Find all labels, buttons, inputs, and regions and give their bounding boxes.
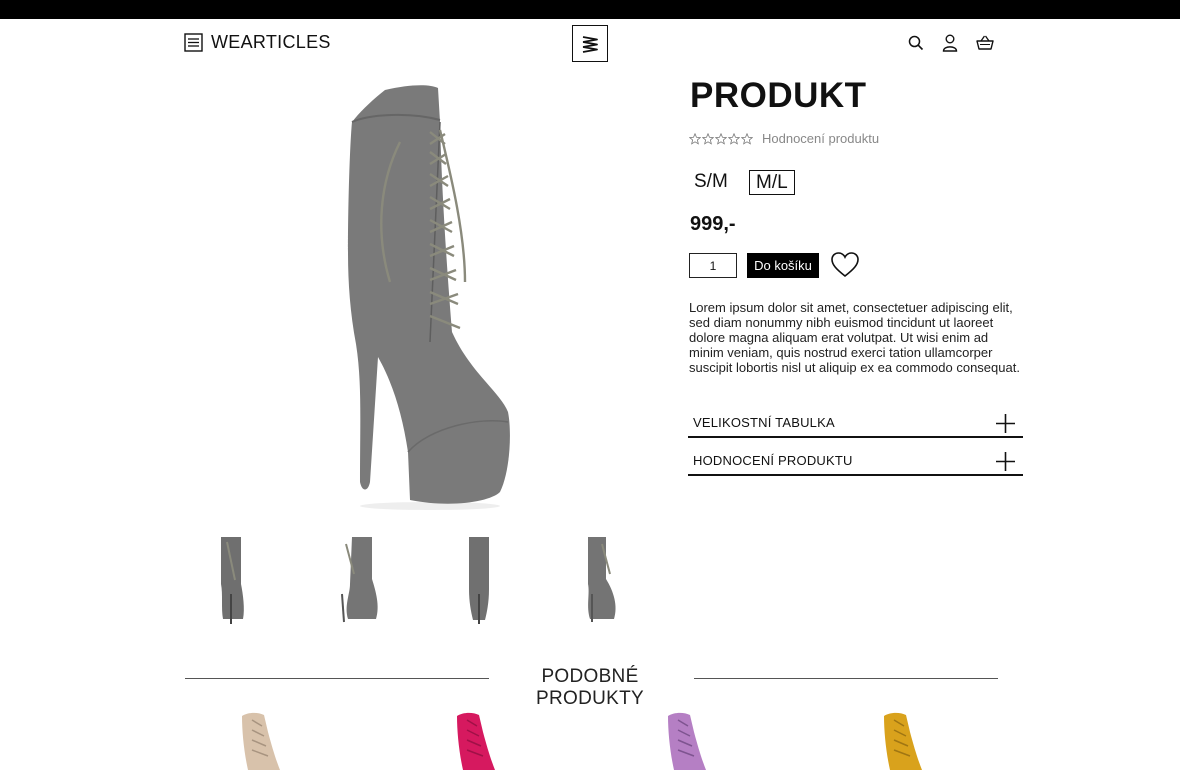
- boot-shape: [348, 85, 510, 504]
- product-rating[interactable]: Hodnocení produktu: [689, 131, 879, 146]
- size-option-sm[interactable]: S/M: [688, 170, 734, 195]
- similar-product-4[interactable]: [872, 712, 952, 770]
- sim-boot: [668, 712, 706, 770]
- product-title: PRODUKT: [690, 76, 867, 115]
- accordion-product-reviews[interactable]: HODNOCENÍ PRODUKTU: [688, 447, 1023, 476]
- thumbnail-3[interactable]: [429, 534, 529, 626]
- add-to-cart-button[interactable]: Do košíku: [747, 253, 819, 278]
- sim-boot: [242, 712, 280, 770]
- top-black-bar: [0, 0, 1180, 19]
- brand-link[interactable]: WEARTICLES: [184, 32, 331, 53]
- thumbnail-4[interactable]: [552, 534, 652, 626]
- sim-boot: [457, 712, 495, 770]
- star-icon[interactable]: [728, 132, 740, 145]
- accordion-label: VELIKOSTNÍ TABULKA: [693, 415, 835, 430]
- section-divider-left: [185, 678, 489, 679]
- thumbnail-2[interactable]: [306, 534, 406, 626]
- similar-product-1[interactable]: [230, 712, 310, 770]
- quantity-input[interactable]: [689, 253, 737, 278]
- star-icon[interactable]: [689, 132, 701, 145]
- brand-name: WEARTICLES: [211, 32, 331, 52]
- site-header: WEARTICLES: [0, 19, 1180, 69]
- logo-mark-icon: [582, 35, 598, 53]
- product-price: 999,-: [690, 213, 736, 235]
- basket-icon[interactable]: [975, 33, 995, 53]
- similar-product-2[interactable]: [445, 712, 525, 770]
- plus-icon[interactable]: [996, 414, 1015, 433]
- section-divider-right: [694, 678, 998, 679]
- menu-list-icon[interactable]: [184, 33, 203, 52]
- accordion-size-table[interactable]: VELIKOSTNÍ TABULKA: [688, 409, 1023, 438]
- size-option-ml-selected[interactable]: M/L: [749, 170, 795, 195]
- similar-products-title: PODOBNÉ PRODUKTY: [536, 666, 644, 709]
- accordion-label: HODNOCENÍ PRODUKTU: [693, 453, 853, 468]
- user-icon[interactable]: [940, 33, 960, 53]
- main-product-image: [330, 82, 530, 512]
- product-description: Lorem ipsum dolor sit amet, consectetuer…: [689, 300, 1020, 375]
- star-icon[interactable]: [715, 132, 727, 145]
- sim-boot: [884, 712, 922, 770]
- thumbnail-1[interactable]: [183, 534, 283, 626]
- site-logo[interactable]: [572, 25, 608, 62]
- rating-label: Hodnocení produktu: [762, 131, 880, 146]
- similar-product-3[interactable]: [656, 712, 736, 770]
- plus-icon[interactable]: [996, 452, 1015, 471]
- rating-stars[interactable]: [689, 132, 753, 145]
- heart-icon[interactable]: [830, 250, 860, 280]
- search-icon[interactable]: [906, 33, 926, 53]
- star-icon[interactable]: [741, 132, 753, 145]
- star-icon[interactable]: [702, 132, 714, 145]
